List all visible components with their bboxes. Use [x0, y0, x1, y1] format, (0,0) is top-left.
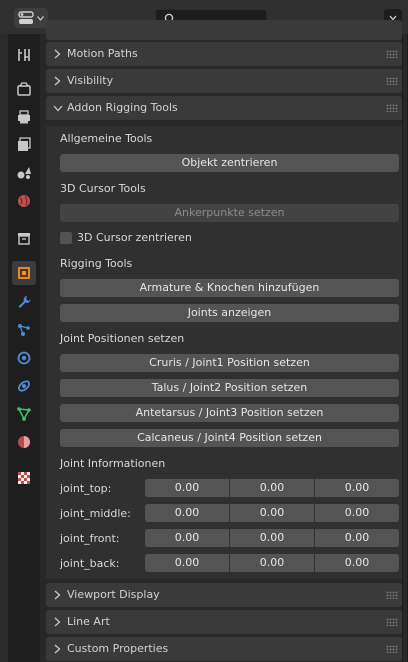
- object-icon: [18, 267, 30, 279]
- render-icon: [17, 82, 31, 96]
- chevron-right-icon: [54, 644, 61, 654]
- drag-handle-icon[interactable]: [386, 645, 398, 653]
- panel-title: Custom Properties: [67, 642, 169, 655]
- properties-main: Motion Paths Visibility Addon Rigging To…: [40, 20, 402, 662]
- properties-tabs: [8, 34, 40, 662]
- drag-handle-icon[interactable]: [386, 618, 398, 626]
- joint-back-y-field[interactable]: 0.00: [230, 554, 314, 572]
- data-icon: [17, 407, 31, 421]
- panel-viewport-display[interactable]: Viewport Display: [46, 583, 402, 607]
- texture-icon: [18, 472, 30, 484]
- tab-texture[interactable]: [12, 466, 36, 490]
- panel-line-art[interactable]: Line Art: [46, 610, 402, 634]
- drag-handle-icon[interactable]: [386, 591, 398, 599]
- particles-icon: [18, 324, 30, 336]
- panel-title: Addon Rigging Tools: [67, 101, 178, 114]
- drag-handle-icon[interactable]: [386, 50, 398, 58]
- scrollbar[interactable]: [403, 34, 407, 662]
- tab-object[interactable]: [12, 261, 36, 285]
- joint-row-label: joint_top:: [60, 482, 112, 495]
- tab-scene[interactable]: [12, 161, 36, 185]
- panel-title: Visibility: [67, 74, 114, 87]
- joint4-position-button[interactable]: Calcaneus / Joint4 Position setzen: [60, 429, 399, 447]
- center-cursor-label: 3D Cursor zentrieren: [77, 231, 192, 244]
- chevron-down-icon: [37, 15, 44, 21]
- modifier-icon: [18, 296, 31, 308]
- chevron-right-icon: [54, 49, 61, 59]
- tab-modifier[interactable]: [12, 290, 36, 314]
- tab-particles[interactable]: [12, 318, 36, 342]
- center-cursor-checkbox[interactable]: [60, 232, 72, 244]
- panel-title: Line Art: [67, 615, 110, 628]
- show-joints-button[interactable]: Joints anzeigen: [60, 304, 399, 322]
- physics-icon: [17, 351, 31, 365]
- add-armature-button[interactable]: Armature & Knochen hinzufügen: [60, 279, 399, 297]
- joint-back-x-field[interactable]: 0.00: [145, 554, 229, 572]
- region-edge: [0, 34, 8, 662]
- joint-middle-y-field[interactable]: 0.00: [230, 504, 314, 522]
- panel-partial[interactable]: [46, 20, 402, 40]
- section-label-joint-positions: Joint Positionen setzen: [60, 332, 185, 345]
- joint3-position-button[interactable]: Antetarsus / Joint3 Position setzen: [60, 404, 399, 422]
- tab-output[interactable]: [12, 105, 36, 129]
- tab-collection[interactable]: [12, 226, 36, 250]
- joint1-position-button[interactable]: Cruris / Joint1 Position setzen: [60, 354, 399, 372]
- chevron-right-icon: [54, 617, 61, 627]
- joint-front-y-field[interactable]: 0.00: [230, 529, 314, 547]
- chevron-right-icon: [54, 590, 61, 600]
- panel-custom-properties[interactable]: Custom Properties: [46, 637, 402, 661]
- panel-addon-rigging-tools[interactable]: Addon Rigging Tools: [46, 96, 402, 120]
- constraints-icon: [17, 380, 31, 392]
- joint-front-x-field[interactable]: 0.00: [145, 529, 229, 547]
- panel-motion-paths[interactable]: Motion Paths: [46, 42, 402, 66]
- section-label-joint-info: Joint Informationen: [60, 457, 166, 470]
- collection-icon: [18, 233, 30, 245]
- scene-icon: [17, 167, 31, 179]
- tab-tool[interactable]: [12, 43, 36, 67]
- joint-top-x-field[interactable]: 0.00: [145, 479, 229, 497]
- joint-row-label: joint_front:: [60, 532, 120, 545]
- joint-back-z-field[interactable]: 0.00: [315, 554, 399, 572]
- set-anchor-button[interactable]: Ankerpunkte setzen: [60, 204, 399, 222]
- addon-panel-body: Allgemeine Tools Objekt zentrieren 3D Cu…: [46, 126, 402, 579]
- panel-title: Viewport Display: [67, 588, 160, 601]
- properties-editor-icon: [18, 11, 34, 24]
- joint-middle-z-field[interactable]: 0.00: [315, 504, 399, 522]
- tab-world[interactable]: [12, 189, 36, 213]
- joint-front-z-field[interactable]: 0.00: [315, 529, 399, 547]
- tab-render[interactable]: [12, 77, 36, 101]
- joint-row-label: joint_middle:: [60, 507, 131, 520]
- section-label-general: Allgemeine Tools: [60, 132, 153, 145]
- section-label-rigging: Rigging Tools: [60, 257, 133, 270]
- section-label-cursor: 3D Cursor Tools: [60, 182, 146, 195]
- view-layer-icon: [18, 137, 31, 151]
- center-object-button[interactable]: Objekt zentrieren: [60, 154, 399, 172]
- tab-data[interactable]: [12, 402, 36, 426]
- tab-material[interactable]: [12, 430, 36, 454]
- tab-view-layer[interactable]: [12, 133, 36, 157]
- joint-top-y-field[interactable]: 0.00: [230, 479, 314, 497]
- joint-top-z-field[interactable]: 0.00: [315, 479, 399, 497]
- joint2-position-button[interactable]: Talus / Joint2 Position setzen: [60, 379, 399, 397]
- joint-middle-x-field[interactable]: 0.00: [145, 504, 229, 522]
- drag-handle-icon[interactable]: [386, 104, 398, 112]
- tool-icon: [18, 49, 30, 61]
- output-icon: [18, 110, 30, 124]
- tab-physics[interactable]: [12, 346, 36, 370]
- joint-row-label: joint_back:: [60, 557, 120, 570]
- tab-constraints[interactable]: [12, 374, 36, 398]
- drag-handle-icon[interactable]: [386, 77, 398, 85]
- material-icon: [18, 436, 30, 448]
- panel-title: Motion Paths: [67, 47, 138, 60]
- chevron-right-icon: [54, 76, 61, 86]
- panel-visibility[interactable]: Visibility: [46, 69, 402, 93]
- chevron-down-icon: [53, 105, 63, 112]
- editor-type-button[interactable]: [14, 8, 48, 28]
- world-icon: [18, 195, 30, 207]
